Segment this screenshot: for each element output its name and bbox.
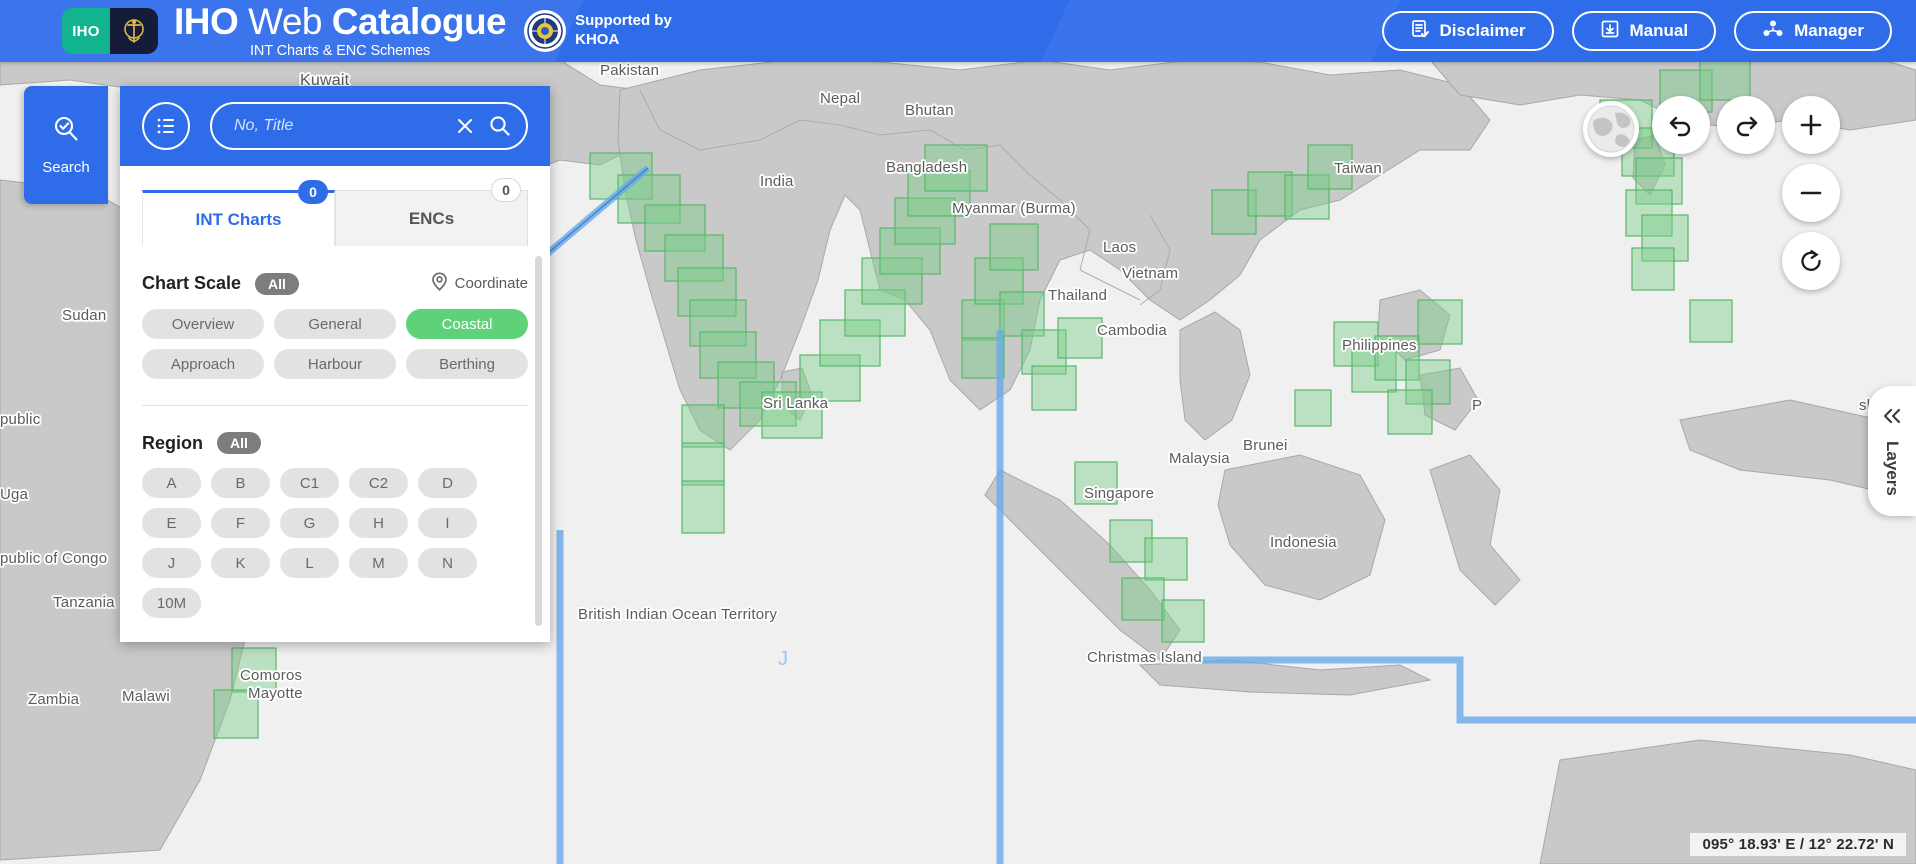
region-option-f[interactable]: F [211,508,270,538]
app-title: IHO Web Catalogue [174,1,507,43]
tab-int-charts-badge: 0 [298,180,328,204]
region-option-l[interactable]: L [280,548,339,578]
layers-tab-label: Layers [1883,441,1902,496]
search-side-tab-label: Search [42,159,90,176]
search-side-tab[interactable]: Search [24,86,108,204]
search-field[interactable] [210,102,528,150]
panel-filters: Chart Scale All Coordinate Overview Gener… [120,246,550,642]
region-option-b[interactable]: B [211,468,270,498]
chart-scale-title: Chart Scale [142,273,242,293]
download-box-icon [1600,19,1620,44]
panel-tabs: INT Charts 0 ENCs 0 [120,166,550,246]
tab-encs[interactable]: ENCs 0 [335,178,528,246]
chart-scale-option-overview[interactable]: Overview [142,309,264,339]
chart-scale-option-harbour[interactable]: Harbour [274,349,396,379]
coordinate-button[interactable]: Coordinate [431,272,528,295]
tab-int-charts-label: INT Charts [195,209,282,229]
region-option-10m[interactable]: 10M [142,588,201,618]
app-subtitle: INT Charts & ENC Schemes [249,43,431,60]
plus-icon [1800,114,1822,136]
search-panel: INT Charts 0 ENCs 0 Chart Scale All [120,86,550,642]
reset-view-button[interactable] [1782,232,1840,290]
app-root: Kuwait Pakistan Nepal Bhutan Bangladesh India… [0,0,1916,864]
app-title-part2: Web [248,1,322,43]
panel-scrollbar[interactable] [535,256,542,626]
tab-int-charts[interactable]: INT Charts 0 [142,180,335,246]
coordinate-readout: 095° 18.93' E / 12° 22.72' N [1690,833,1906,856]
search-input[interactable] [234,117,442,135]
region-all-chip[interactable]: All [217,432,261,454]
chart-scale-option-general[interactable]: General [274,309,396,339]
map-pin-icon [431,272,448,295]
region-option-c2[interactable]: C2 [349,468,408,498]
users-group-icon [1762,19,1784,44]
iho-logo[interactable]: IHO [62,8,158,54]
region-option-g[interactable]: G [280,508,339,538]
globe-overview-icon [1587,105,1635,153]
region-title: Region [142,432,203,453]
chart-scale-header: Chart Scale All Coordinate [142,272,528,295]
chart-scale-option-berthing[interactable]: Berthing [406,349,528,379]
header-actions: Disclaimer Manual Manager [1381,11,1892,51]
minus-icon [1800,191,1822,195]
region-option-a[interactable]: A [142,468,201,498]
tab-encs-badge: 0 [491,178,521,202]
disclaimer-button[interactable]: Disclaimer [1381,11,1554,51]
manual-button-label: Manual [1629,21,1689,40]
filter-region: Region All A B C1 C2 D E F G H I J K L M N 10M [142,406,528,618]
iho-logo-text: IHO [62,8,110,54]
document-check-icon [1410,19,1430,44]
chart-scale-options: Overview General Coastal Approach Harbour Ber… [142,309,528,379]
manager-button-label: Manager [1794,21,1864,40]
coordinate-button-label: Coordinate [454,275,528,292]
globe-overview-button[interactable] [1583,101,1639,157]
search-check-icon [51,114,81,149]
supported-by-block: Supported by KHOA [524,10,672,52]
undo-button[interactable] [1652,96,1710,154]
manager-button[interactable]: Manager [1734,11,1892,51]
undo-arrow-icon [1669,116,1691,137]
supported-by-line2: KHOA [575,31,620,48]
app-title-part3: Catalogue [331,1,507,43]
manual-button[interactable]: Manual [1571,11,1717,51]
chart-scale-all-chip[interactable]: All [255,272,299,295]
region-options: A B C1 C2 D E F G H I J K L M N 10M [142,468,528,618]
zoom-out-button[interactable] [1782,164,1840,222]
region-option-j[interactable]: J [142,548,201,578]
region-option-e[interactable]: E [142,508,201,538]
region-option-m[interactable]: M [349,548,408,578]
app-title-part1: IHO [174,1,239,43]
region-option-h[interactable]: H [349,508,408,538]
close-icon[interactable] [454,115,476,137]
region-option-d[interactable]: D [418,468,477,498]
region-option-c1[interactable]: C1 [280,468,339,498]
region-option-i[interactable]: I [418,508,477,538]
redo-arrow-icon [1736,116,1758,137]
search-icon[interactable] [488,114,512,138]
chart-scale-option-approach[interactable]: Approach [142,349,264,379]
filter-chart-scale: Chart Scale All Coordinate Overview Gener… [142,246,528,379]
reset-rotate-icon [1801,250,1821,271]
chart-scale-option-coastal[interactable]: Coastal [406,309,528,339]
redo-button[interactable] [1717,96,1775,154]
supported-by-line1: Supported by [575,12,672,30]
app-header: IHO IHO Web Catalogue INT Charts & ENC S… [0,0,1916,62]
khoa-seal-icon [524,10,567,52]
list-bullets-icon[interactable] [142,102,190,150]
region-header: Region All [142,432,528,454]
brand-block: IHO Web Catalogue INT Charts & ENC Schem… [174,1,507,60]
search-panel-header [120,86,550,166]
zoom-in-button[interactable] [1782,96,1840,154]
supported-by-text: Supported by KHOA [575,12,672,50]
region-option-n[interactable]: N [418,548,477,578]
chevron-double-left-icon [1880,406,1904,431]
layers-tab[interactable]: Layers [1868,386,1916,516]
disclaimer-button-label: Disclaimer [1439,21,1526,40]
iho-anchor-seal-icon [110,8,158,54]
region-option-k[interactable]: K [211,548,270,578]
tab-encs-label: ENCs [408,208,455,228]
